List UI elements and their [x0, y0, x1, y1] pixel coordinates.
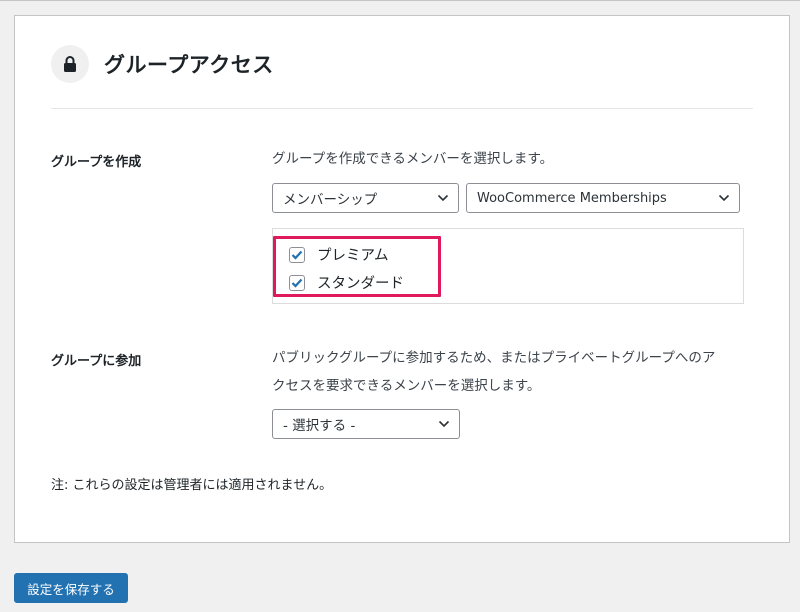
card-header: グループアクセス — [51, 44, 274, 84]
chevron-down-icon — [438, 420, 450, 428]
checkmark-icon — [291, 250, 303, 260]
membership-source-select[interactable]: WooCommerce Memberships — [466, 183, 740, 213]
join-group-description-line2: クセスを要求できるメンバーを選択します。 — [272, 378, 541, 394]
option-standard[interactable]: スタンダード — [289, 272, 404, 293]
save-settings-button[interactable]: 設定を保存する — [14, 573, 128, 603]
join-group-select[interactable]: - 選択する - — [272, 409, 460, 439]
membership-type-value: メンバーシップ — [283, 192, 378, 208]
option-premium[interactable]: プレミアム — [289, 244, 389, 265]
checkmark-icon — [291, 278, 303, 288]
premium-label: プレミアム — [317, 248, 389, 264]
admin-note: 注: これらの設定は管理者には適用されません。 — [51, 478, 333, 493]
membership-options-list: プレミアム スタンダード — [272, 228, 744, 304]
create-group-description: グループを作成できるメンバーを選択します。 — [272, 151, 554, 167]
join-group-select-value: - 選択する - — [283, 418, 356, 434]
chevron-down-icon — [718, 194, 730, 202]
standard-checkbox[interactable] — [289, 274, 305, 291]
premium-checkbox[interactable] — [289, 246, 305, 263]
join-group-description: パブリックグループに参加するため、またはプライベートグループへのア クセスを要求… — [272, 344, 715, 400]
settings-card: グループアクセス グループを作成 グループを作成できるメンバーを選択します。 メ… — [14, 15, 790, 543]
card-title: グループアクセス — [104, 53, 274, 77]
create-group-label: グループを作成 — [51, 155, 142, 170]
top-border — [0, 0, 800, 1]
lock-icon — [51, 45, 89, 83]
header-divider — [51, 108, 753, 109]
membership-source-value: WooCommerce Memberships — [477, 190, 667, 206]
join-group-description-line1: パブリックグループに参加するため、またはプライベートグループへのア — [272, 350, 716, 366]
standard-label: スタンダード — [317, 276, 404, 292]
join-group-label: グループに参加 — [51, 354, 142, 369]
chevron-down-icon — [437, 194, 449, 202]
membership-type-select[interactable]: メンバーシップ — [272, 183, 459, 213]
